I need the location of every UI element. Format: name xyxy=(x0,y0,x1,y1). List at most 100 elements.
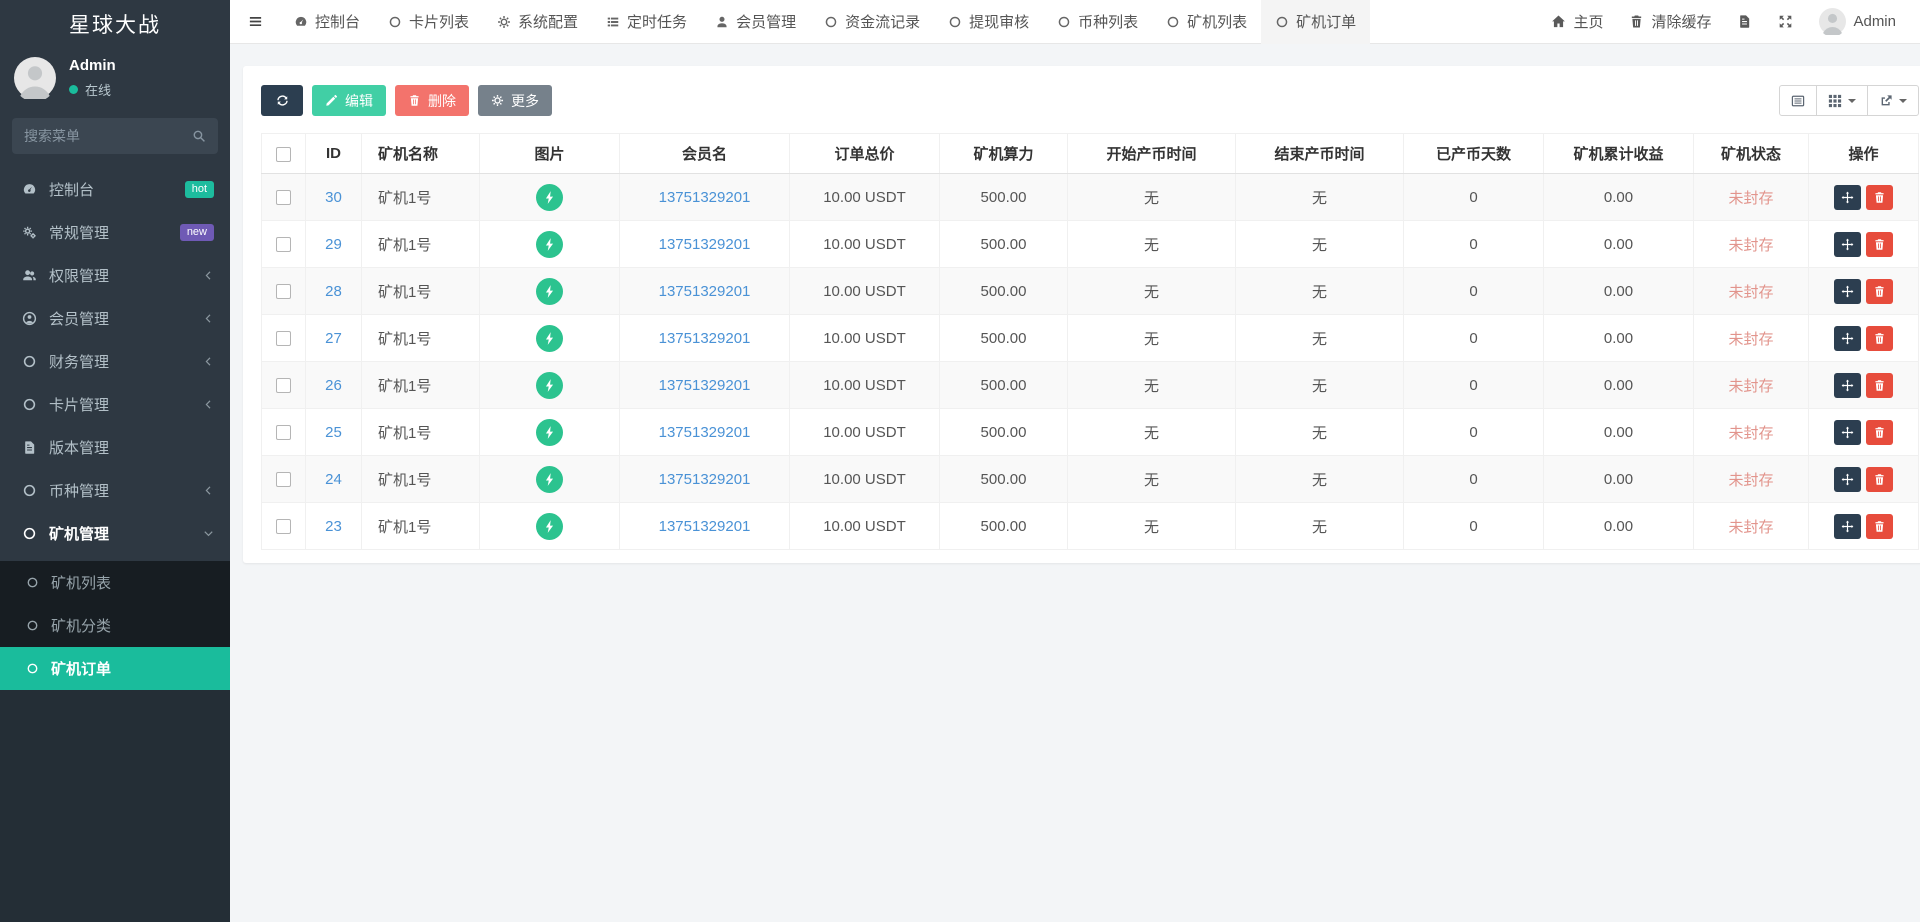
edit-button[interactable]: 编辑 xyxy=(312,85,386,116)
tab-miner-list[interactable]: 矿机列表 xyxy=(1152,0,1261,44)
order-id-link[interactable]: 29 xyxy=(325,236,342,253)
start-time-cell: 无 xyxy=(1068,315,1236,362)
submenu-item-miner-list[interactable]: 矿机列表 xyxy=(0,561,230,604)
hamburger-menu-button[interactable] xyxy=(230,0,280,44)
tab-scheduled-tasks[interactable]: 定时任务 xyxy=(592,0,701,44)
order-id-link[interactable]: 25 xyxy=(325,424,342,441)
move-icon xyxy=(1841,332,1854,345)
document-button[interactable] xyxy=(1724,0,1765,44)
select-all-checkbox[interactable] xyxy=(276,147,291,162)
income-cell: 0.00 xyxy=(1544,268,1694,315)
row-move-button[interactable] xyxy=(1834,373,1861,398)
miner-image-thumbnail[interactable] xyxy=(536,231,563,258)
tab-system-config[interactable]: 系统配置 xyxy=(483,0,592,44)
end-time-cell: 无 xyxy=(1236,315,1404,362)
row-delete-button[interactable] xyxy=(1866,185,1893,210)
list-view-button[interactable] xyxy=(1779,85,1817,116)
member-link[interactable]: 13751329201 xyxy=(659,330,751,347)
delete-button[interactable]: 删除 xyxy=(395,85,469,116)
member-link[interactable]: 13751329201 xyxy=(659,471,751,488)
tab-withdraw-review[interactable]: 提现审核 xyxy=(934,0,1043,44)
order-id-link[interactable]: 30 xyxy=(325,189,342,206)
tab-miner-orders[interactable]: 矿机订单 xyxy=(1261,0,1370,44)
sidebar-item-permissions[interactable]: 权限管理 xyxy=(0,254,230,297)
sidebar-search-input[interactable]: 搜索菜单 xyxy=(12,118,218,154)
sidebar-item-console[interactable]: 控制台 hot xyxy=(0,168,230,211)
row-checkbox[interactable] xyxy=(276,284,291,299)
submenu-item-miner-orders[interactable]: 矿机订单 xyxy=(0,647,230,690)
home-button[interactable]: 主页 xyxy=(1538,0,1616,44)
member-link[interactable]: 13751329201 xyxy=(659,236,751,253)
order-id-link[interactable]: 28 xyxy=(325,283,342,300)
row-move-button[interactable] xyxy=(1834,279,1861,304)
order-id-link[interactable]: 26 xyxy=(325,377,342,394)
row-delete-button[interactable] xyxy=(1866,279,1893,304)
member-link[interactable]: 13751329201 xyxy=(659,377,751,394)
row-delete-button[interactable] xyxy=(1866,514,1893,539)
trash-icon xyxy=(1873,191,1886,204)
tab-card-list[interactable]: 卡片列表 xyxy=(374,0,483,44)
user-circle-icon xyxy=(22,311,37,326)
miner-image-thumbnail[interactable] xyxy=(536,278,563,305)
miner-name-cell: 矿机1号 xyxy=(362,268,480,315)
sidebar-item-finance[interactable]: 财务管理 xyxy=(0,340,230,383)
row-checkbox[interactable] xyxy=(276,519,291,534)
miner-image-thumbnail[interactable] xyxy=(536,466,563,493)
start-time-cell: 无 xyxy=(1068,362,1236,409)
order-id-link[interactable]: 23 xyxy=(325,518,342,535)
row-checkbox[interactable] xyxy=(276,425,291,440)
row-checkbox[interactable] xyxy=(276,331,291,346)
row-delete-button[interactable] xyxy=(1866,373,1893,398)
fullscreen-button[interactable] xyxy=(1765,0,1806,44)
income-cell: 0.00 xyxy=(1544,174,1694,221)
row-delete-button[interactable] xyxy=(1866,326,1893,351)
more-button[interactable]: 更多 xyxy=(478,85,552,116)
sidebar-item-coins[interactable]: 币种管理 xyxy=(0,469,230,512)
row-checkbox[interactable] xyxy=(276,378,291,393)
row-checkbox[interactable] xyxy=(276,237,291,252)
member-link[interactable]: 13751329201 xyxy=(659,518,751,535)
row-delete-button[interactable] xyxy=(1866,420,1893,445)
row-move-button[interactable] xyxy=(1834,326,1861,351)
row-delete-button[interactable] xyxy=(1866,232,1893,257)
columns-toggle-button[interactable] xyxy=(1816,85,1868,116)
row-checkbox[interactable] xyxy=(276,190,291,205)
chevron-left-icon xyxy=(203,399,214,410)
miner-image-thumbnail[interactable] xyxy=(536,325,563,352)
miner-image-thumbnail[interactable] xyxy=(536,372,563,399)
clear-cache-button[interactable]: 清除缓存 xyxy=(1616,0,1724,44)
row-move-button[interactable] xyxy=(1834,420,1861,445)
miner-image-thumbnail[interactable] xyxy=(536,184,563,211)
miner-image-thumbnail[interactable] xyxy=(536,513,563,540)
order-id-link[interactable]: 27 xyxy=(325,330,342,347)
sidebar-item-general[interactable]: 常规管理 new xyxy=(0,211,230,254)
tab-members[interactable]: 会员管理 xyxy=(701,0,810,44)
user-menu[interactable]: Admin xyxy=(1806,0,1909,44)
miner-image-thumbnail[interactable] xyxy=(536,419,563,446)
days-cell: 0 xyxy=(1404,503,1544,550)
settings-button[interactable] xyxy=(1909,0,1920,44)
tab-coin-list[interactable]: 币种列表 xyxy=(1043,0,1152,44)
order-id-link[interactable]: 24 xyxy=(325,471,342,488)
member-link[interactable]: 13751329201 xyxy=(659,283,751,300)
sidebar-item-cards[interactable]: 卡片管理 xyxy=(0,383,230,426)
submenu-item-miner-category[interactable]: 矿机分类 xyxy=(0,604,230,647)
row-move-button[interactable] xyxy=(1834,467,1861,492)
refresh-button[interactable] xyxy=(261,85,303,116)
row-checkbox[interactable] xyxy=(276,472,291,487)
sidebar-item-miners[interactable]: 矿机管理 xyxy=(0,512,230,555)
sidebar-item-members[interactable]: 会员管理 xyxy=(0,297,230,340)
row-delete-button[interactable] xyxy=(1866,467,1893,492)
tab-console[interactable]: 控制台 xyxy=(280,0,374,44)
sidebar-item-versions[interactable]: 版本管理 xyxy=(0,426,230,469)
export-button[interactable] xyxy=(1867,85,1919,116)
search-icon[interactable] xyxy=(192,129,206,143)
row-move-button[interactable] xyxy=(1834,514,1861,539)
tab-fund-records[interactable]: 资金流记录 xyxy=(810,0,934,44)
hashrate-cell: 500.00 xyxy=(940,315,1068,362)
member-link[interactable]: 13751329201 xyxy=(659,189,751,206)
row-move-button[interactable] xyxy=(1834,185,1861,210)
caret-down-icon xyxy=(1848,99,1856,103)
row-move-button[interactable] xyxy=(1834,232,1861,257)
member-link[interactable]: 13751329201 xyxy=(659,424,751,441)
